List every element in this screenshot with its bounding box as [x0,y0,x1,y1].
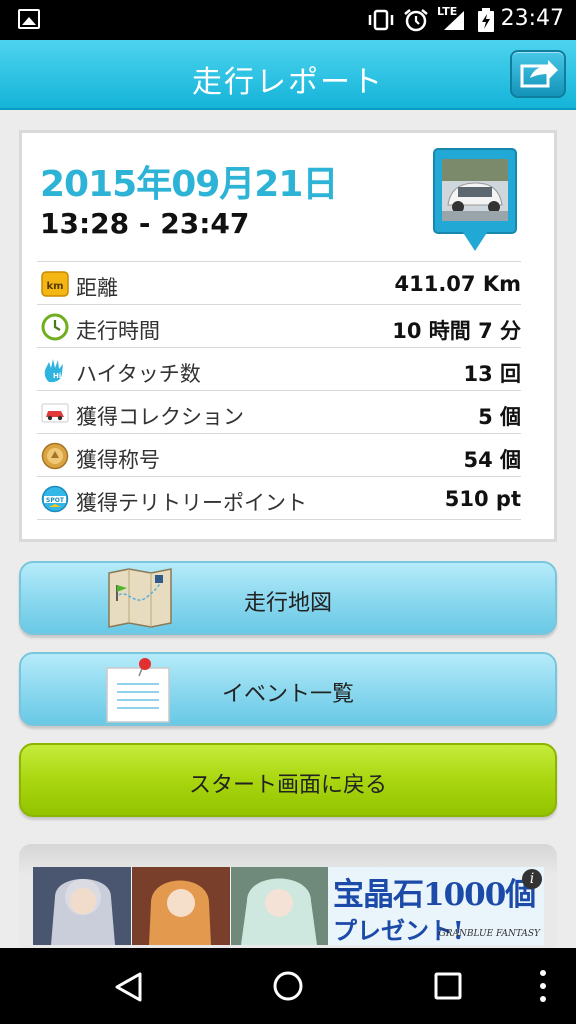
back-icon[interactable] [112,970,146,1004]
car-collection-icon [41,403,69,423]
stat-row-territory: SPOT 獲得テリトリーポイント 510 pt [37,477,521,520]
stat-row-distance: km 距離 411.07 Km [37,262,521,305]
share-button[interactable] [510,50,566,98]
report-time-range: 13:28 - 23:47 [40,207,250,240]
ad-subline: プレゼント! [333,916,464,945]
drive-map-label: 走行地図 [243,591,332,616]
stat-label: 距離 [76,276,118,300]
report-card: 2015年09月21日 13:28 - 23:47 km 距離 411.07 K… [19,130,557,542]
title-medal-icon [41,442,69,470]
stat-value: 54 個 [463,448,521,472]
km-icon: km [41,271,69,297]
battery-charging-icon [478,8,494,32]
stat-label: 獲得称号 [76,448,160,472]
event-list-button[interactable]: イベント一覧 [19,652,557,726]
stat-value: 510 pt [444,487,521,511]
share-icon [520,60,558,88]
stat-value: 10 時間 7 分 [392,319,521,343]
report-date: 2015年09月21日 [40,164,338,205]
ad-characters-image [33,867,328,945]
ad-brand: GRANBLUE FANTASY [438,929,540,939]
stat-value: 5 個 [478,405,521,429]
home-icon[interactable] [271,969,305,1003]
event-list-label: イベント一覧 [221,682,354,707]
alarm-icon [404,9,428,32]
page-title: 走行レポート [192,65,384,100]
recents-icon[interactable] [432,970,464,1002]
ad-banner[interactable]: 宝晶石1000個 プレゼント! GRANBLUE FANTASY i [33,867,544,945]
hi-touch-icon: Hi [44,359,63,383]
drive-map-button[interactable]: 走行地図 [19,561,557,635]
vibrate-icon [368,9,394,31]
spot-icon: SPOT [41,485,69,513]
svg-text:SPOT: SPOT [46,497,65,504]
stat-row-drive-time: 走行時間 10 時間 7 分 [37,305,521,348]
app-header: 走行レポート [0,40,576,110]
overflow-menu-icon[interactable] [536,968,550,1004]
stat-value: 411.07 Km [394,272,521,296]
navigation-bar [0,948,576,1024]
stat-label: 走行時間 [76,319,160,343]
stats-list: km 距離 411.07 Km 走行時間 10 時間 7 分 Hi ハイタッチ数… [37,261,521,520]
gallery-icon [18,9,40,29]
back-to-start-label: スタート画面に戻る [188,773,387,798]
stat-label: 獲得コレクション [76,405,244,429]
stat-row-collection: 獲得コレクション 5 個 [37,391,521,434]
car-photo-pin [433,148,517,251]
status-time: 23:47 [500,6,564,31]
signal-icon [444,11,464,30]
status-bar: LTE 23:47 [0,0,576,40]
stat-row-hi-touch: Hi ハイタッチ数 13 回 [37,348,521,391]
stat-value: 13 回 [463,362,521,386]
stat-row-titles: 獲得称号 54 個 [37,434,521,477]
svg-text:Hi: Hi [53,372,61,380]
ad-headline: 宝晶石1000個 [333,877,536,913]
svg-text:km: km [46,281,63,292]
stat-label: 獲得テリトリーポイント [76,491,307,515]
clock-icon [41,313,69,341]
back-to-start-button[interactable]: スタート画面に戻る [19,743,557,817]
stat-label: ハイタッチ数 [76,362,201,386]
ad-info-icon[interactable]: i [522,869,542,889]
